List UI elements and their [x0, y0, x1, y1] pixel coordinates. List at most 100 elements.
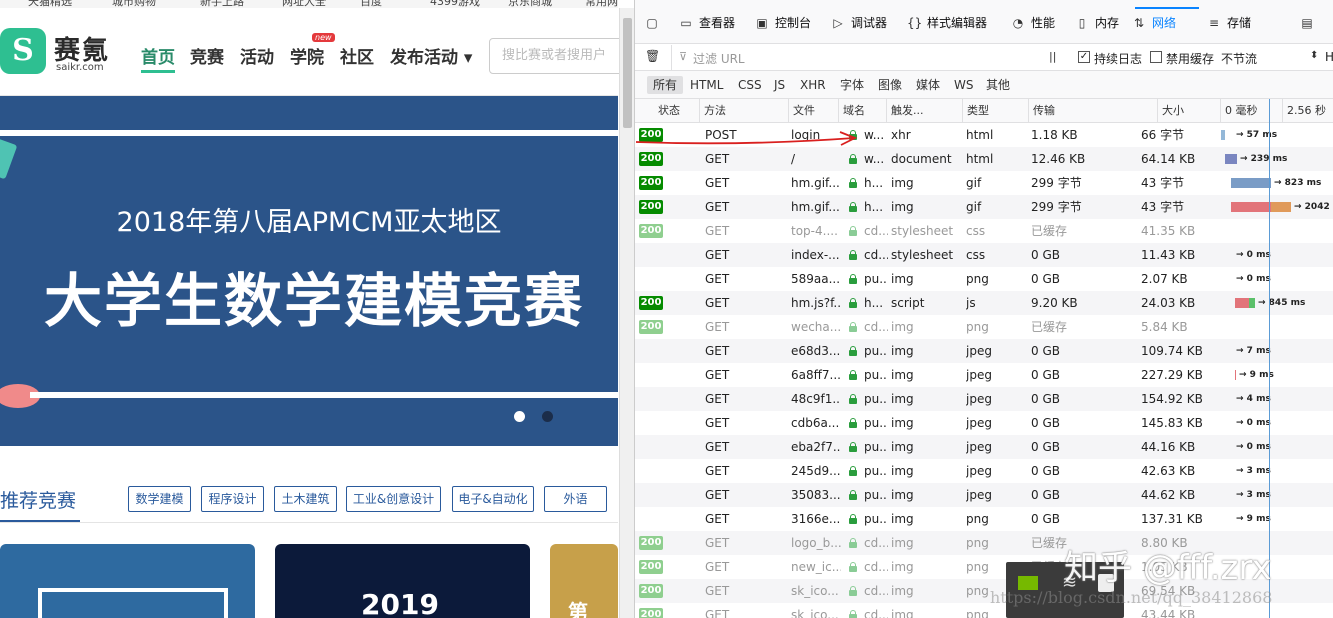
tag-programming[interactable]: 程序设计 — [201, 486, 264, 512]
tab-console[interactable]: ▣ 控制台 — [755, 8, 811, 38]
lock-icon — [849, 346, 857, 356]
request-row[interactable]: GET 3166e... pu...img png 0 GB 137.31 KB → 9 m… — [635, 507, 1333, 531]
tab-inspector[interactable]: ▭ 查看器 — [679, 8, 735, 38]
status-badge: 200 — [639, 584, 663, 598]
request-size: 43 字节 — [1141, 176, 1185, 190]
tab-debugger[interactable]: ▷ 调试器 — [831, 8, 887, 38]
waterfall-timing: → 239 ms — [1240, 154, 1288, 164]
nav-competitions[interactable]: 竞赛 — [190, 43, 224, 68]
nav-academy[interactable]: 学院 — [290, 43, 324, 68]
type-filter-4[interactable]: XHR — [797, 76, 829, 94]
request-row[interactable]: GET e68d3... pu...img jpeg 0 GB 109.74 KB → 7 … — [635, 339, 1333, 363]
request-row[interactable]: GET 245d9... pu...img jpeg 0 GB 42.63 KB → 3 m… — [635, 459, 1333, 483]
lock-icon — [849, 250, 857, 260]
nav-publish-activity[interactable]: 发布活动 ▾ — [390, 43, 472, 68]
column-header-5[interactable]: 类型 — [962, 99, 1028, 123]
carousel-dot-2[interactable] — [542, 411, 553, 422]
type-filter-9[interactable]: 其他 — [983, 76, 1013, 94]
request-row[interactable]: 200 GET top-4.... cd... stylesheet css 已缓存 41.3… — [635, 219, 1333, 243]
tab-network[interactable]: ⇅ 网络 — [1132, 8, 1176, 38]
throttle-select[interactable]: 不节流 — [1221, 50, 1257, 67]
lock-body — [849, 614, 857, 618]
tag-civil-engineering[interactable]: 土木建筑 — [274, 486, 337, 512]
request-type: js — [966, 296, 976, 310]
tab-memory[interactable]: ▯ 内存 — [1075, 8, 1119, 38]
type-filter-7[interactable]: 媒体 — [913, 76, 943, 94]
column-header-1[interactable]: 方法 — [699, 99, 788, 123]
request-size: 145.83 KB — [1141, 416, 1203, 430]
pause-icon[interactable]: || — [1049, 50, 1056, 63]
carousel-dot-1[interactable] — [514, 411, 525, 422]
request-row[interactable]: 200 GET wecha... cd... img png 已缓存 5.84 KB — [635, 315, 1333, 339]
hero-banner[interactable]: 2018年第八届APMCM亚太地区 大学生数学建模竞赛 — [0, 96, 618, 446]
column-header-2[interactable]: 文件 — [788, 99, 838, 123]
tab-pick-element[interactable]: ▢ — [645, 8, 665, 38]
bookmark-item[interactable]: 京东商城 — [508, 0, 552, 8]
request-row[interactable]: GET index-... cd... stylesheet css 0 GB 11.43 … — [635, 243, 1333, 267]
filter-url-input[interactable]: 过滤 URL — [693, 50, 745, 67]
bookmark-item[interactable]: 常用网址 — [585, 0, 618, 8]
type-filter-5[interactable]: 字体 — [837, 76, 867, 94]
bookmark-item[interactable]: 百度 — [360, 0, 382, 8]
request-row[interactable]: GET 48c9f1... pu...img jpeg 0 GB 154.92 KB → 4… — [635, 387, 1333, 411]
type-filter-8[interactable]: WS — [951, 76, 976, 94]
more-button[interactable]: H — [1325, 50, 1333, 64]
bookmark-item[interactable]: 4399游戏 — [430, 0, 480, 8]
throttle-chevron-icon[interactable]: ⬍ — [1310, 50, 1318, 61]
type-filter-3[interactable]: JS — [771, 76, 788, 94]
type-filter-6[interactable]: 图像 — [875, 76, 905, 94]
competition-card-1[interactable] — [0, 544, 255, 618]
request-row[interactable]: GET 35083... pu...img jpeg 0 GB 44.62 KB → 3 m… — [635, 483, 1333, 507]
request-row[interactable]: GET 589aa... pu...img png 0 GB 2.07 KB → 0 ms — [635, 267, 1333, 291]
competition-card-3[interactable]: 第 — [550, 544, 618, 618]
disable-cache-checkbox[interactable] — [1150, 51, 1162, 63]
tag-industrial-design[interactable]: 工业&创意设计 — [346, 486, 441, 512]
request-row[interactable]: 200 GET hm.gif... h... img gif 299 字节 43 字节 → 20… — [635, 195, 1333, 219]
site-search-input[interactable]: 搜比赛或者搜用户 — [489, 38, 629, 74]
request-row[interactable]: 200 GET hm.js?f... h... script js 9.20 KB 24.03… — [635, 291, 1333, 315]
memory-icon: ▯ — [1078, 16, 1086, 30]
logo-subtext: saikr.com — [56, 62, 104, 73]
request-cause: document — [891, 152, 952, 166]
bookmark-item[interactable]: 网址大全 — [282, 0, 326, 8]
tab-responsive[interactable]: ▤ — [1300, 8, 1320, 38]
trash-icon[interactable]: 🗑 — [645, 49, 660, 63]
lock-body — [849, 446, 857, 452]
type-filter-0[interactable]: 所有 — [647, 76, 684, 94]
tab-performance[interactable]: ◔ 性能 — [1011, 8, 1055, 38]
saikr-logo-icon[interactable]: S — [0, 28, 46, 74]
request-cause: img — [891, 416, 914, 430]
column-header-3[interactable]: 域名 — [838, 99, 886, 123]
competition-card-2[interactable]: 2019 — [275, 544, 530, 618]
request-row[interactable]: GET eba2f7... pu...img jpeg 0 GB 44.16 KB → 0 … — [635, 435, 1333, 459]
bookmark-item[interactable]: 城市购物 — [112, 0, 156, 8]
tab-style-editor[interactable]: {} 样式编辑器 — [907, 8, 987, 38]
tag-math-modeling[interactable]: 数学建模 — [128, 486, 191, 512]
nav-home[interactable]: 首页 — [141, 43, 175, 68]
nav-community[interactable]: 社区 — [340, 43, 374, 68]
lock-icon — [849, 274, 857, 284]
persist-log-checkbox[interactable]: ✓ — [1078, 51, 1090, 63]
tag-foreign-language[interactable]: 外语 — [544, 486, 607, 512]
type-filter-2[interactable]: CSS — [735, 76, 765, 94]
column-header-7[interactable]: 大小 — [1157, 99, 1220, 123]
column-header-6[interactable]: 传输 — [1028, 99, 1157, 123]
column-header-8[interactable]: 0 毫秒 — [1220, 99, 1282, 123]
tag-electronics[interactable]: 电子&自动化 — [452, 486, 534, 512]
page-scrollbar-thumb[interactable] — [623, 18, 632, 128]
column-header-0[interactable]: 状态 — [635, 99, 699, 123]
bookmark-item[interactable]: 天猫精选 — [28, 0, 72, 8]
card-2-year: 2019 — [361, 588, 439, 618]
bookmark-item[interactable]: 新手上路 — [200, 0, 244, 8]
tab-label: 查看器 — [699, 16, 736, 30]
tab-storage[interactable]: ≡ 存储 — [1207, 8, 1251, 38]
request-row[interactable]: GET6a8ff7...pu...imgjpeg0 GB227.29 KB→ 9… — [635, 363, 1333, 387]
request-row[interactable]: GET cdb6a... pu...img jpeg 0 GB 145.83 KB → 0 … — [635, 411, 1333, 435]
lock-body — [849, 350, 857, 356]
type-filter-1[interactable]: HTML — [687, 76, 726, 94]
request-row[interactable]: 200 GET hm.gif... h... img gif 299 字节 43 字节 → 82… — [635, 171, 1333, 195]
column-header-9[interactable]: 2.56 秒 — [1282, 99, 1333, 123]
page-scrollbar[interactable] — [619, 8, 634, 618]
column-header-4[interactable]: 触发... — [886, 99, 962, 123]
nav-activities[interactable]: 活动 — [240, 43, 274, 68]
